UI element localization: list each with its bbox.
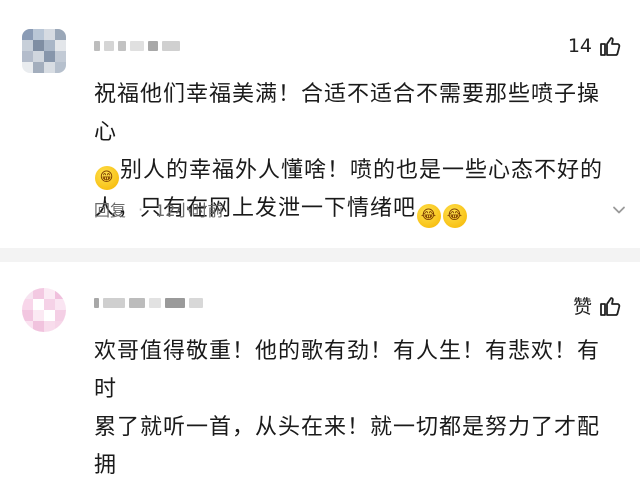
comment-line-with-emoji: 😁 别人的幸福外人懂啥！喷的也是一些心态不好的	[94, 152, 614, 190]
username-pixelated[interactable]	[94, 38, 180, 54]
comment-line: 祝福他们幸福美满！合适不适合不需要那些喷子操心	[94, 82, 601, 145]
reply-button[interactable]: 回复	[94, 197, 126, 221]
tears-of-joy-emoji-icon: 😂	[443, 204, 468, 228]
comment-item: 赞 欢哥值得敬重！他的歌有劲！有人生！有悲欢！有时 累了就听一首，从头在来！就一…	[0, 270, 640, 478]
comment-line-text: 别人的幸福外人懂啥！喷的也是一些心态不好的	[120, 158, 604, 183]
comment-meta: 回复 · 12小时前	[94, 197, 223, 221]
avatar[interactable]	[22, 288, 66, 332]
comment-text: 欢哥值得敬重！他的歌有劲！有人生！有悲欢！有时 累了就听一首，从头在来！就一切都…	[94, 333, 614, 485]
chevron-down-icon[interactable]	[612, 203, 626, 217]
like-control[interactable]: 14	[568, 34, 622, 58]
tears-of-joy-emoji-icon: 😂	[417, 204, 442, 228]
like-label: 赞	[572, 296, 592, 318]
avatar[interactable]	[22, 29, 66, 73]
like-count: 14	[567, 35, 592, 57]
comment-divider	[0, 248, 640, 262]
thumbs-up-icon	[600, 296, 621, 316]
comment-time: 12小时前	[155, 201, 224, 220]
meta-separator: ·	[138, 199, 144, 219]
comment-line: 欢哥值得敬重！他的歌有劲！有人生！有悲欢！有时	[94, 339, 601, 402]
like-control[interactable]: 赞	[573, 292, 622, 319]
grin-emoji-icon: 😁	[95, 166, 119, 190]
username-pixelated[interactable]	[94, 295, 203, 311]
thumbs-up-icon	[600, 37, 621, 56]
comment-line: 累了就听一首，从头在来！就一切都是努力了才配拥	[94, 415, 601, 478]
comment-item: 14 祝福他们幸福美满！合适不适合不需要那些喷子操心 😁 别人的幸福外人懂啥！喷的…	[0, 0, 640, 236]
